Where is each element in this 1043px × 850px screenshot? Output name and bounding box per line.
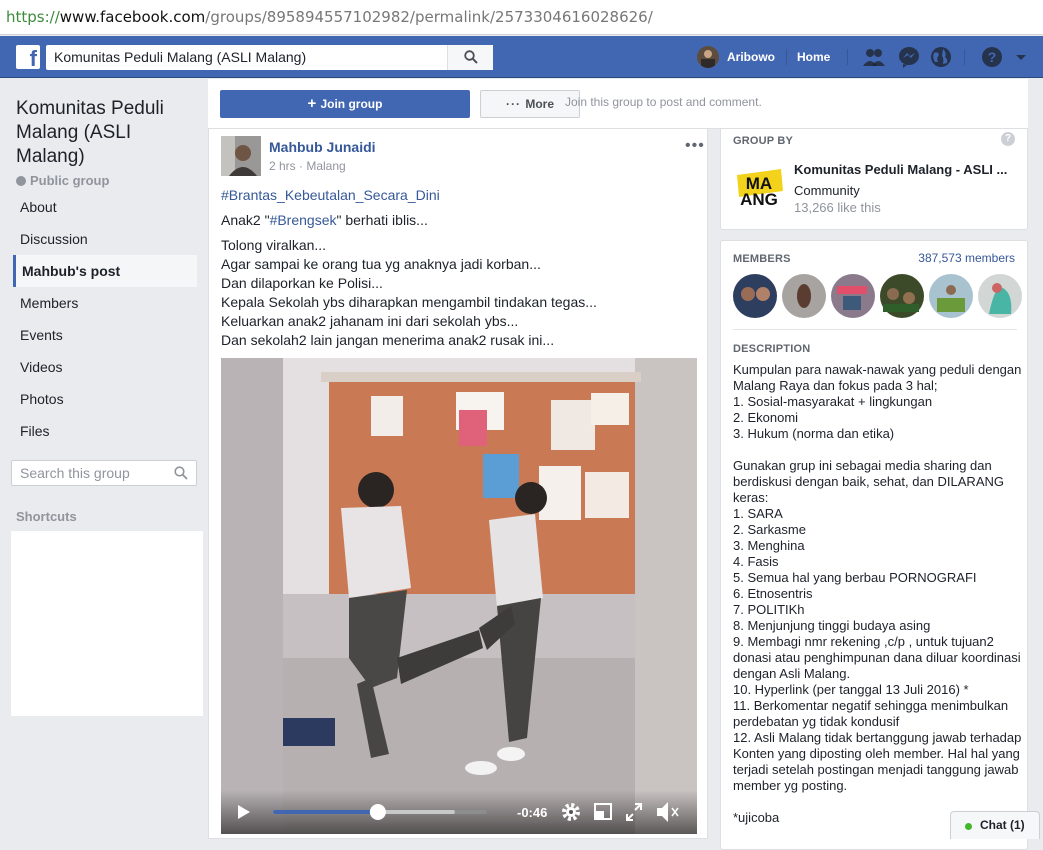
home-link[interactable]: Home — [797, 45, 830, 69]
nav-item-files[interactable]: Files — [11, 415, 197, 447]
search-icon — [174, 466, 188, 480]
time-remaining: -0:46 — [517, 805, 547, 820]
member-avatar — [782, 274, 826, 318]
group-search-placeholder: Search this group — [20, 465, 130, 481]
nav-item-videos[interactable]: Videos — [11, 351, 197, 383]
url-host: www.facebook.com — [59, 8, 206, 26]
author-avatar[interactable] — [221, 136, 261, 176]
join-label: Join group — [320, 97, 383, 111]
profile-link[interactable]: Aribowo — [697, 45, 775, 69]
privacy-text: Public group — [30, 173, 110, 188]
post-body-line: Keluarkan anak2 jahanam ini dari sekolah… — [221, 313, 519, 329]
nav-item-discussion[interactable]: Discussion — [11, 223, 197, 255]
privacy-label: Public group — [16, 173, 109, 188]
text-fragment: Anak2 " — [221, 212, 270, 228]
hashtag-link[interactable]: #Brengsek — [270, 212, 337, 228]
browser-address-bar[interactable]: https://www.facebook.com/groups/89589455… — [0, 0, 1043, 35]
search-button[interactable] — [447, 45, 493, 70]
nav-item-about[interactable]: About — [11, 191, 197, 223]
page-name[interactable]: Komunitas Peduli Malang - ASLI ... — [794, 162, 1007, 177]
messenger-icon[interactable] — [897, 45, 921, 69]
info-icon[interactable]: ? — [1001, 132, 1015, 146]
join-hint: Join this group to post and comment. — [565, 95, 762, 109]
more-label: More — [525, 97, 554, 111]
group-by-heading: GROUP BY — [733, 135, 794, 147]
svg-text:?: ? — [988, 49, 997, 65]
settings-gear-icon — [562, 803, 580, 821]
chat-tab[interactable]: Chat (1) — [950, 811, 1040, 839]
members-heading: MEMBERS — [733, 253, 791, 265]
search-icon — [464, 50, 478, 64]
group-nav: About Discussion Mahbub's post Members E… — [11, 191, 197, 447]
mute-icon — [657, 802, 679, 822]
left-sidebar: Komunitas Peduli Malang (ASLI Malang) Pu… — [0, 79, 208, 839]
member-avatar — [733, 274, 777, 318]
post-body-line: Dan sekolah2 lain jangan menerima anak2 … — [221, 332, 555, 348]
shortcuts-heading: Shortcuts — [16, 509, 77, 524]
facebook-top-bar: f Komunitas Peduli Malang (ASLI Malang) … — [0, 36, 1043, 78]
group-name[interactable]: Komunitas Peduli Malang (ASLI Malang) — [16, 97, 196, 169]
video-controls-layer: -0:46 — [238, 802, 679, 822]
nav-item-current-post[interactable]: Mahbub's post — [13, 255, 197, 287]
nav-item-photos[interactable]: Photos — [11, 383, 197, 415]
join-group-button[interactable]: + Join group — [220, 90, 470, 118]
page-type: Community — [794, 183, 860, 198]
globe-icon — [16, 176, 26, 186]
member-avatars — [733, 274, 1023, 318]
page-likes: 13,266 like this — [794, 200, 881, 215]
text-fragment: " berhati iblis... — [336, 212, 428, 228]
member-avatar — [831, 274, 875, 318]
member-avatar — [880, 274, 924, 318]
account-menu-chevron-down-icon[interactable] — [1014, 45, 1038, 69]
join-bar: + Join group ··· More Join this group to… — [208, 79, 1028, 129]
group-description: Kumpulan para nawak-nawak yang peduli de… — [733, 362, 1022, 825]
progress-bar — [273, 810, 378, 814]
shortcuts-panel — [11, 531, 203, 716]
member-avatar — [978, 274, 1022, 318]
divider — [964, 49, 965, 65]
author-name[interactable]: Mahbub Junaidi — [269, 139, 376, 155]
progress-scrubber — [369, 804, 386, 820]
description-heading: DESCRIPTION — [733, 343, 811, 355]
about-card: MEMBERS 387,573 members DESCRIPTION Kump… — [720, 240, 1028, 850]
group-search-input[interactable]: Search this group — [11, 460, 197, 486]
members-count-link[interactable]: 387,573 members — [918, 251, 1015, 265]
picture-in-picture-icon — [594, 803, 612, 820]
post-meta[interactable]: 2 hrs · Malang — [269, 159, 346, 173]
page-logo[interactable]: MA ANG — [733, 157, 785, 209]
online-status-icon — [965, 823, 972, 830]
nav-item-members[interactable]: Members — [11, 287, 197, 319]
post-card: Mahbub Junaidi 2 hrs · Malang ••• #Brant… — [208, 129, 708, 839]
post-body-line: Kepala Sekolah ybs diharapkan mengambil … — [221, 294, 597, 310]
help-icon[interactable]: ? — [980, 45, 1004, 69]
user-name: Aribowo — [727, 50, 775, 64]
chat-label: Chat (1) — [980, 818, 1025, 832]
url-scheme: https:// — [6, 8, 60, 26]
friend-requests-icon[interactable] — [862, 45, 886, 69]
search-input[interactable]: Komunitas Peduli Malang (ASLI Malang) — [46, 45, 493, 70]
url-path: /groups/895894557102982/permalink/257330… — [205, 8, 653, 26]
post-body-line: Tolong viralkan... — [221, 237, 327, 253]
plus-icon: + — [307, 95, 321, 112]
divider — [733, 329, 1017, 330]
hashtag-link[interactable]: #Brantas_Kebeutalan_Secara_Dini — [221, 187, 440, 203]
post-body-line: Agar sampai ke orang tua yg anaknya jadi… — [221, 256, 541, 272]
fullscreen-icon — [626, 803, 642, 821]
post-body-line: Dan dilaporkan ke Polisi... — [221, 275, 383, 291]
avatar — [697, 46, 719, 68]
video-player[interactable]: -0:46 — [221, 358, 697, 834]
nav-item-events[interactable]: Events — [11, 319, 197, 351]
divider — [847, 49, 848, 65]
post-text: #Brantas_Kebeutalan_Secara_Dini Anak2 "#… — [221, 186, 691, 350]
ellipsis-icon: ··· — [506, 97, 526, 111]
member-avatar — [929, 274, 973, 318]
divider — [786, 49, 787, 65]
svg-text:ANG: ANG — [740, 190, 778, 209]
notifications-globe-icon[interactable] — [929, 45, 953, 69]
play-icon — [238, 805, 250, 819]
facebook-logo-icon[interactable]: f — [16, 45, 40, 69]
post-options-icon[interactable]: ••• — [685, 137, 705, 155]
video-frame — [221, 358, 697, 834]
group-by-card: GROUP BY ? MA ANG Komunitas Peduli Malang… — [720, 129, 1028, 230]
